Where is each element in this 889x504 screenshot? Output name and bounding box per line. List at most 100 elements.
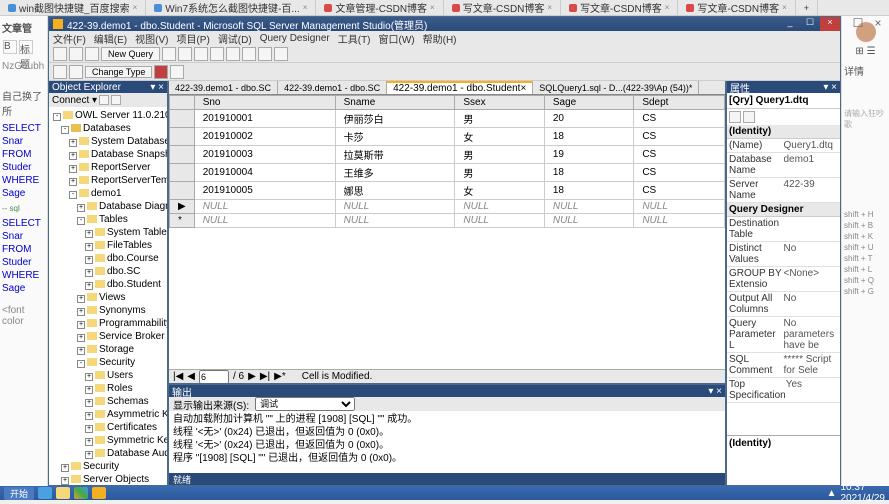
toolbar-icon[interactable] [162,47,176,61]
close-icon[interactable]: × [520,83,526,94]
browser-tab[interactable]: 写文章-CSDN博客× [678,0,795,15]
menu-view[interactable]: 视图(V) [135,31,168,46]
tree-databases[interactable]: -Databases [51,122,165,135]
close-button[interactable]: × [820,17,840,31]
tree-security[interactable]: -Security [51,356,165,369]
browser-tab[interactable]: Win7系统怎么截图快捷键-百...× [146,0,316,15]
menu-file[interactable]: 文件(F) [53,31,86,46]
document-tab[interactable]: 422-39.demo1 - dbo.SC [169,81,278,94]
grid-cell[interactable]: CS [634,110,725,128]
prop-row[interactable]: Top SpecificationYes [727,378,840,403]
column-header[interactable]: Sage [544,96,633,110]
taskbar-explorer-icon[interactable] [56,487,70,499]
tree-node[interactable]: +Users [51,369,165,382]
table-row[interactable]: 201910005娜思女18CS [170,182,725,200]
menu-window[interactable]: 窗口(W) [379,31,415,46]
browser-tab[interactable]: 写文章-CSDN博客× [444,0,561,15]
tree-node[interactable]: +System Tables [51,226,165,239]
heading-button[interactable]: 标题 [19,40,33,54]
list-icon[interactable]: ☰ [867,46,876,57]
start-button[interactable]: 开始 [4,487,34,500]
tree-node[interactable]: +Security [51,460,165,473]
grid-cell[interactable]: 女 [455,128,544,146]
props-object[interactable]: [Qry] Query1.dtq [729,95,808,106]
grid-cell[interactable]: NULL [335,214,455,228]
tree-node[interactable]: +Schemas [51,395,165,408]
prop-row[interactable]: Query Parameter LNo parameters have be [727,317,840,353]
verify-icon[interactable] [170,65,184,79]
copy-icon[interactable] [226,47,240,61]
menu-tools[interactable]: 工具(T) [338,31,371,46]
filter-icon[interactable] [111,95,121,105]
grid-cell[interactable]: NULL [544,214,633,228]
nav-prev-icon[interactable]: ◀ [187,371,195,382]
prop-row[interactable]: Destination Table [727,217,840,242]
tree-node[interactable]: +Views [51,291,165,304]
close-icon[interactable]: × [665,3,670,12]
grid-cell[interactable]: NULL [634,200,725,214]
browser-tab[interactable]: 写文章-CSDN博客× [561,0,678,15]
menu-edit[interactable]: 编辑(E) [94,31,127,46]
prop-row[interactable]: Server Name422-39 [727,178,840,203]
data-grid[interactable]: Sno Sname Ssex Sage Sdept 201910001伊丽莎白男… [169,95,725,369]
tree-server[interactable]: -OWL Server 11.0.2100 - 422-39\Ad [51,109,165,122]
tree-node[interactable]: +Server Objects [51,473,165,485]
taskbar-ssms-icon[interactable] [92,487,106,499]
save-icon[interactable] [85,47,99,61]
tree-node[interactable]: +Roles [51,382,165,395]
tree-node[interactable]: +Storage [51,343,165,356]
close-icon[interactable]: × [430,3,435,12]
tree-node[interactable]: +FileTables [51,239,165,252]
tree-table[interactable]: +dbo.SC [51,265,165,278]
grid-cell[interactable]: 201910005 [194,182,335,200]
close-icon[interactable]: × [303,3,308,12]
nav-new-icon[interactable]: ▶* [274,371,286,382]
redo-icon[interactable] [274,47,288,61]
table-row-null[interactable]: ▶NULLNULLNULLNULLNULL [170,200,725,214]
prop-row[interactable]: Database Namedemo1 [727,153,840,178]
grid-cell[interactable]: 伊丽莎白 [335,110,455,128]
table-row[interactable]: 201910003拉莫斯带男19CS [170,146,725,164]
new-project-icon[interactable] [53,47,67,61]
menu-project[interactable]: 项目(P) [176,31,209,46]
close-icon[interactable]: × [871,16,885,30]
output-source-select[interactable]: 调试 [255,397,355,411]
document-tab[interactable]: SQLQuery1.sql - D...(422-39\Ap (54))* [533,81,699,94]
close-icon[interactable]: × [547,3,552,12]
table-row[interactable]: 201910002卡莎女18CS [170,128,725,146]
grid-cell[interactable]: 18 [544,164,633,182]
tree-table-student[interactable]: +dbo.Student [51,278,165,291]
object-tree[interactable]: -OWL Server 11.0.2100 - 422-39\Ad -Datab… [49,107,167,485]
tree-node[interactable]: +Database Diagrams [51,200,165,213]
grid-cell[interactable]: 男 [455,164,544,182]
menu-help[interactable]: 帮助(H) [423,31,457,46]
prop-category[interactable]: Query Designer [727,203,840,217]
taskbar-chrome-icon[interactable] [74,487,88,499]
column-header[interactable]: Ssex [455,96,544,110]
nav-position-input[interactable] [199,370,229,384]
grid-icon[interactable]: ⊞ [855,46,863,57]
grid-cell[interactable]: NULL [544,200,633,214]
grid-cell[interactable]: 18 [544,128,633,146]
tree-node[interactable]: +Asymmetric Keys [51,408,165,421]
minimize-button[interactable]: _ [780,17,800,31]
close-icon[interactable]: ▾ × [708,386,722,397]
grid-cell[interactable]: 201910004 [194,164,335,182]
tree-node[interactable]: +Database Snapshots [51,148,165,161]
table-row[interactable]: 201910004王维多男18CS [170,164,725,182]
document-tab[interactable]: 422-39.demo1 - dbo.SC [278,81,387,94]
nav-first-icon[interactable]: |◀ [173,371,183,382]
menu-querydesigner[interactable]: Query Designer [260,33,330,44]
close-icon[interactable]: × [133,3,138,12]
grid-cell[interactable]: NULL [194,200,335,214]
prop-row[interactable]: GROUP BY Extensio<None> [727,267,840,292]
system-tray[interactable]: ▲ 10:372021/4/29 [827,482,885,504]
alphabetical-icon[interactable] [743,111,755,123]
grid-cell[interactable]: CS [634,128,725,146]
open-icon[interactable] [69,47,83,61]
close-icon[interactable]: ▾ × [823,82,837,93]
nav-last-icon[interactable]: ▶| [260,371,270,382]
toolbar-icon[interactable] [194,47,208,61]
tree-node[interactable]: +Service Broker [51,330,165,343]
grid-icon[interactable] [69,65,83,79]
